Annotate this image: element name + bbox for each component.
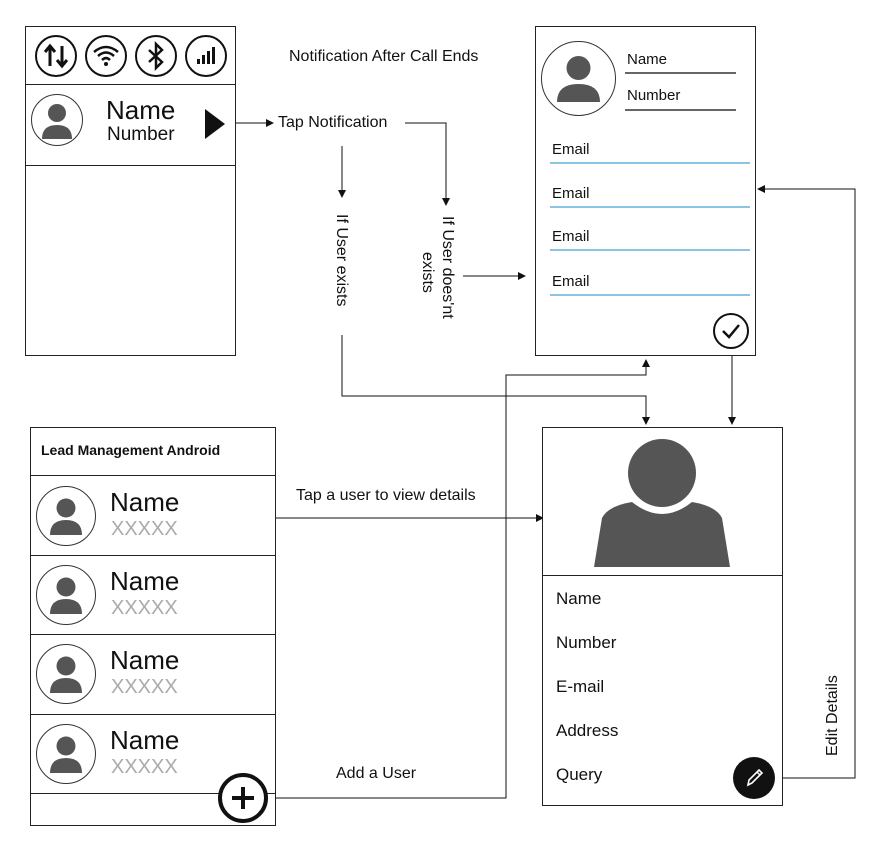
label-if-user-exists: If User exists (333, 214, 350, 307)
details-field: Number (556, 633, 617, 652)
list-item-name: Name (110, 645, 180, 675)
details-field: Address (556, 721, 619, 740)
email-field[interactable]: Email (552, 185, 590, 202)
form-avatar (541, 41, 616, 116)
notification-avatar (31, 94, 83, 146)
arrow-user-not-exists-down (405, 122, 450, 206)
notification-contact-number: Number (107, 124, 175, 145)
list-item-number: XXXXX (111, 597, 178, 619)
details-field: E-mail (556, 677, 605, 696)
lead-list-title: Lead Management Android (41, 442, 221, 458)
label-tap-user: Tap a user to view details (296, 487, 476, 504)
bluetooth-icon (135, 35, 177, 77)
details-avatar (592, 436, 732, 569)
details-divider (542, 575, 783, 576)
list-item-number: XXXXX (111, 676, 178, 698)
avatar (36, 724, 96, 784)
plus-icon (232, 787, 254, 809)
avatar (36, 565, 96, 625)
list-item[interactable]: Name XXXXX (31, 556, 275, 634)
wifi-icon (85, 35, 127, 77)
label-if-user-doesnt-exist-1: If User does'nt (439, 216, 456, 319)
email-underline (550, 249, 750, 251)
add-user-button[interactable] (218, 773, 268, 823)
email-field[interactable]: Email (552, 273, 590, 290)
signal-bars-icon (185, 35, 227, 77)
edit-button[interactable] (733, 757, 775, 799)
lead-list-header: Lead Management Android (30, 427, 275, 476)
label-edit-details: Edit Details (824, 675, 841, 756)
list-item[interactable]: Name XXXXX (31, 477, 275, 555)
notification-divider (25, 165, 236, 166)
notification-contact-name: Name (106, 95, 176, 125)
status-bar-divider (25, 84, 236, 85)
data-arrows-icon (35, 35, 77, 77)
email-underline (550, 206, 750, 208)
avatar (36, 644, 96, 704)
label-tap-notification: Tap Notification (278, 114, 388, 131)
form-number-label[interactable]: Number (627, 87, 680, 104)
pencil-icon (746, 768, 764, 787)
form-number-underline (625, 109, 736, 111)
form-name-label[interactable]: Name (627, 51, 667, 68)
email-field[interactable]: Email (552, 141, 590, 158)
details-field: Query (556, 765, 603, 784)
avatar (36, 486, 96, 546)
list-item-name: Name (110, 725, 180, 755)
list-item-name: Name (110, 566, 180, 596)
label-add-user: Add a User (336, 765, 417, 782)
label-notification-after-call: Notification After Call Ends (289, 48, 479, 65)
details-field: Name (556, 589, 602, 608)
list-item-name: Name (110, 487, 180, 517)
form-name-underline (625, 72, 736, 74)
email-underline (550, 294, 750, 296)
checkmark-icon[interactable] (713, 313, 749, 349)
email-underline (550, 162, 750, 164)
list-item[interactable]: Name XXXXX (31, 635, 275, 713)
list-item-number: XXXXX (111, 518, 178, 540)
play-triangle-icon[interactable] (205, 109, 225, 139)
list-item-number: XXXXX (111, 756, 178, 778)
label-if-user-doesnt-exist-2: exists (419, 252, 436, 293)
email-field[interactable]: Email (552, 228, 590, 245)
